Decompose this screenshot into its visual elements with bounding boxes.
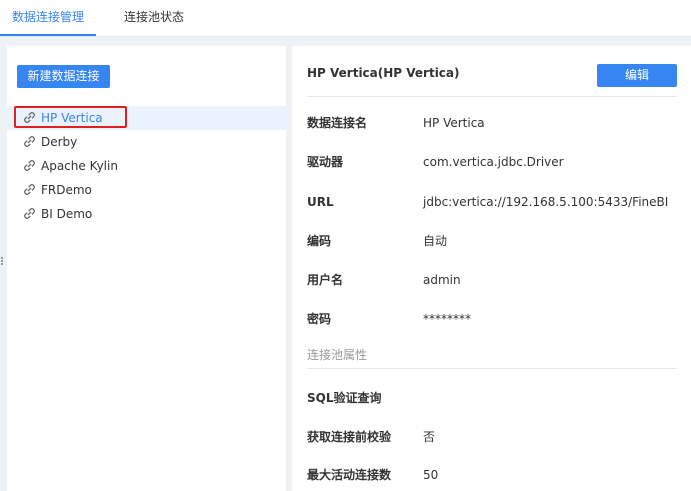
tab-data-connection-management[interactable]: 数据连接管理 — [0, 0, 96, 36]
detail-title: HP Vertica(HP Vertica) — [307, 66, 460, 80]
edit-button[interactable]: 编辑 — [597, 64, 677, 87]
prop-label: 密码 — [307, 312, 332, 326]
prop-value: 自动 — [423, 234, 448, 248]
link-icon — [24, 160, 35, 171]
connection-item-label: Derby — [41, 135, 78, 149]
connection-item-label: HP Vertica — [41, 111, 103, 125]
connection-item-hp-vertica[interactable]: HP Vertica — [7, 106, 286, 130]
prop-value: 否 — [423, 430, 436, 444]
prop-value: jdbc:vertica://192.168.5.100:5433/FineBI — [423, 195, 669, 209]
connection-item-bi-demo[interactable]: BI Demo — [7, 202, 286, 226]
prop-label: 驱动器 — [307, 155, 344, 169]
prop-value: HP Vertica — [423, 116, 485, 130]
tab-bar: 数据连接管理 连接池状态 — [0, 0, 691, 37]
prop-label: 获取连接前校验 — [307, 430, 392, 444]
link-icon — [24, 112, 35, 123]
prop-value: 50 — [423, 468, 439, 482]
connection-detail-panel: HP Vertica(HP Vertica) 编辑 数据连接名 HP Verti… — [292, 46, 691, 491]
link-icon — [24, 208, 35, 219]
link-icon — [24, 184, 35, 195]
prop-label: URL — [307, 195, 334, 209]
prop-label: 编码 — [307, 234, 332, 248]
connection-item-frdemo[interactable]: FRDemo — [7, 178, 286, 202]
connection-list-panel: 新建数据连接 HP Vertica Derby Apache Kylin FRD… — [7, 46, 286, 491]
prop-value: com.vertica.jdbc.Driver — [423, 155, 564, 169]
divider — [307, 368, 677, 369]
connection-item-label: Apache Kylin — [41, 159, 118, 173]
connection-item-label: FRDemo — [41, 183, 92, 197]
prop-label: 用户名 — [307, 273, 344, 287]
link-icon — [24, 136, 35, 147]
prop-value: admin — [423, 273, 461, 287]
resize-grip-icon[interactable] — [0, 256, 4, 268]
pool-section-title: 连接池属性 — [307, 348, 368, 362]
connection-item-label: BI Demo — [41, 207, 93, 221]
tab-connection-pool-status[interactable]: 连接池状态 — [124, 0, 184, 34]
connection-list: HP Vertica Derby Apache Kylin FRDemo BI … — [7, 106, 286, 226]
new-data-connection-button[interactable]: 新建数据连接 — [17, 65, 110, 88]
prop-label: 最大活动连接数 — [307, 468, 392, 482]
connection-item-apache-kylin[interactable]: Apache Kylin — [7, 154, 286, 178]
prop-label: SQL验证查询 — [307, 391, 382, 405]
prop-value: ******** — [423, 312, 471, 326]
connection-item-derby[interactable]: Derby — [7, 130, 286, 154]
prop-label: 数据连接名 — [307, 116, 368, 130]
divider — [307, 96, 677, 97]
